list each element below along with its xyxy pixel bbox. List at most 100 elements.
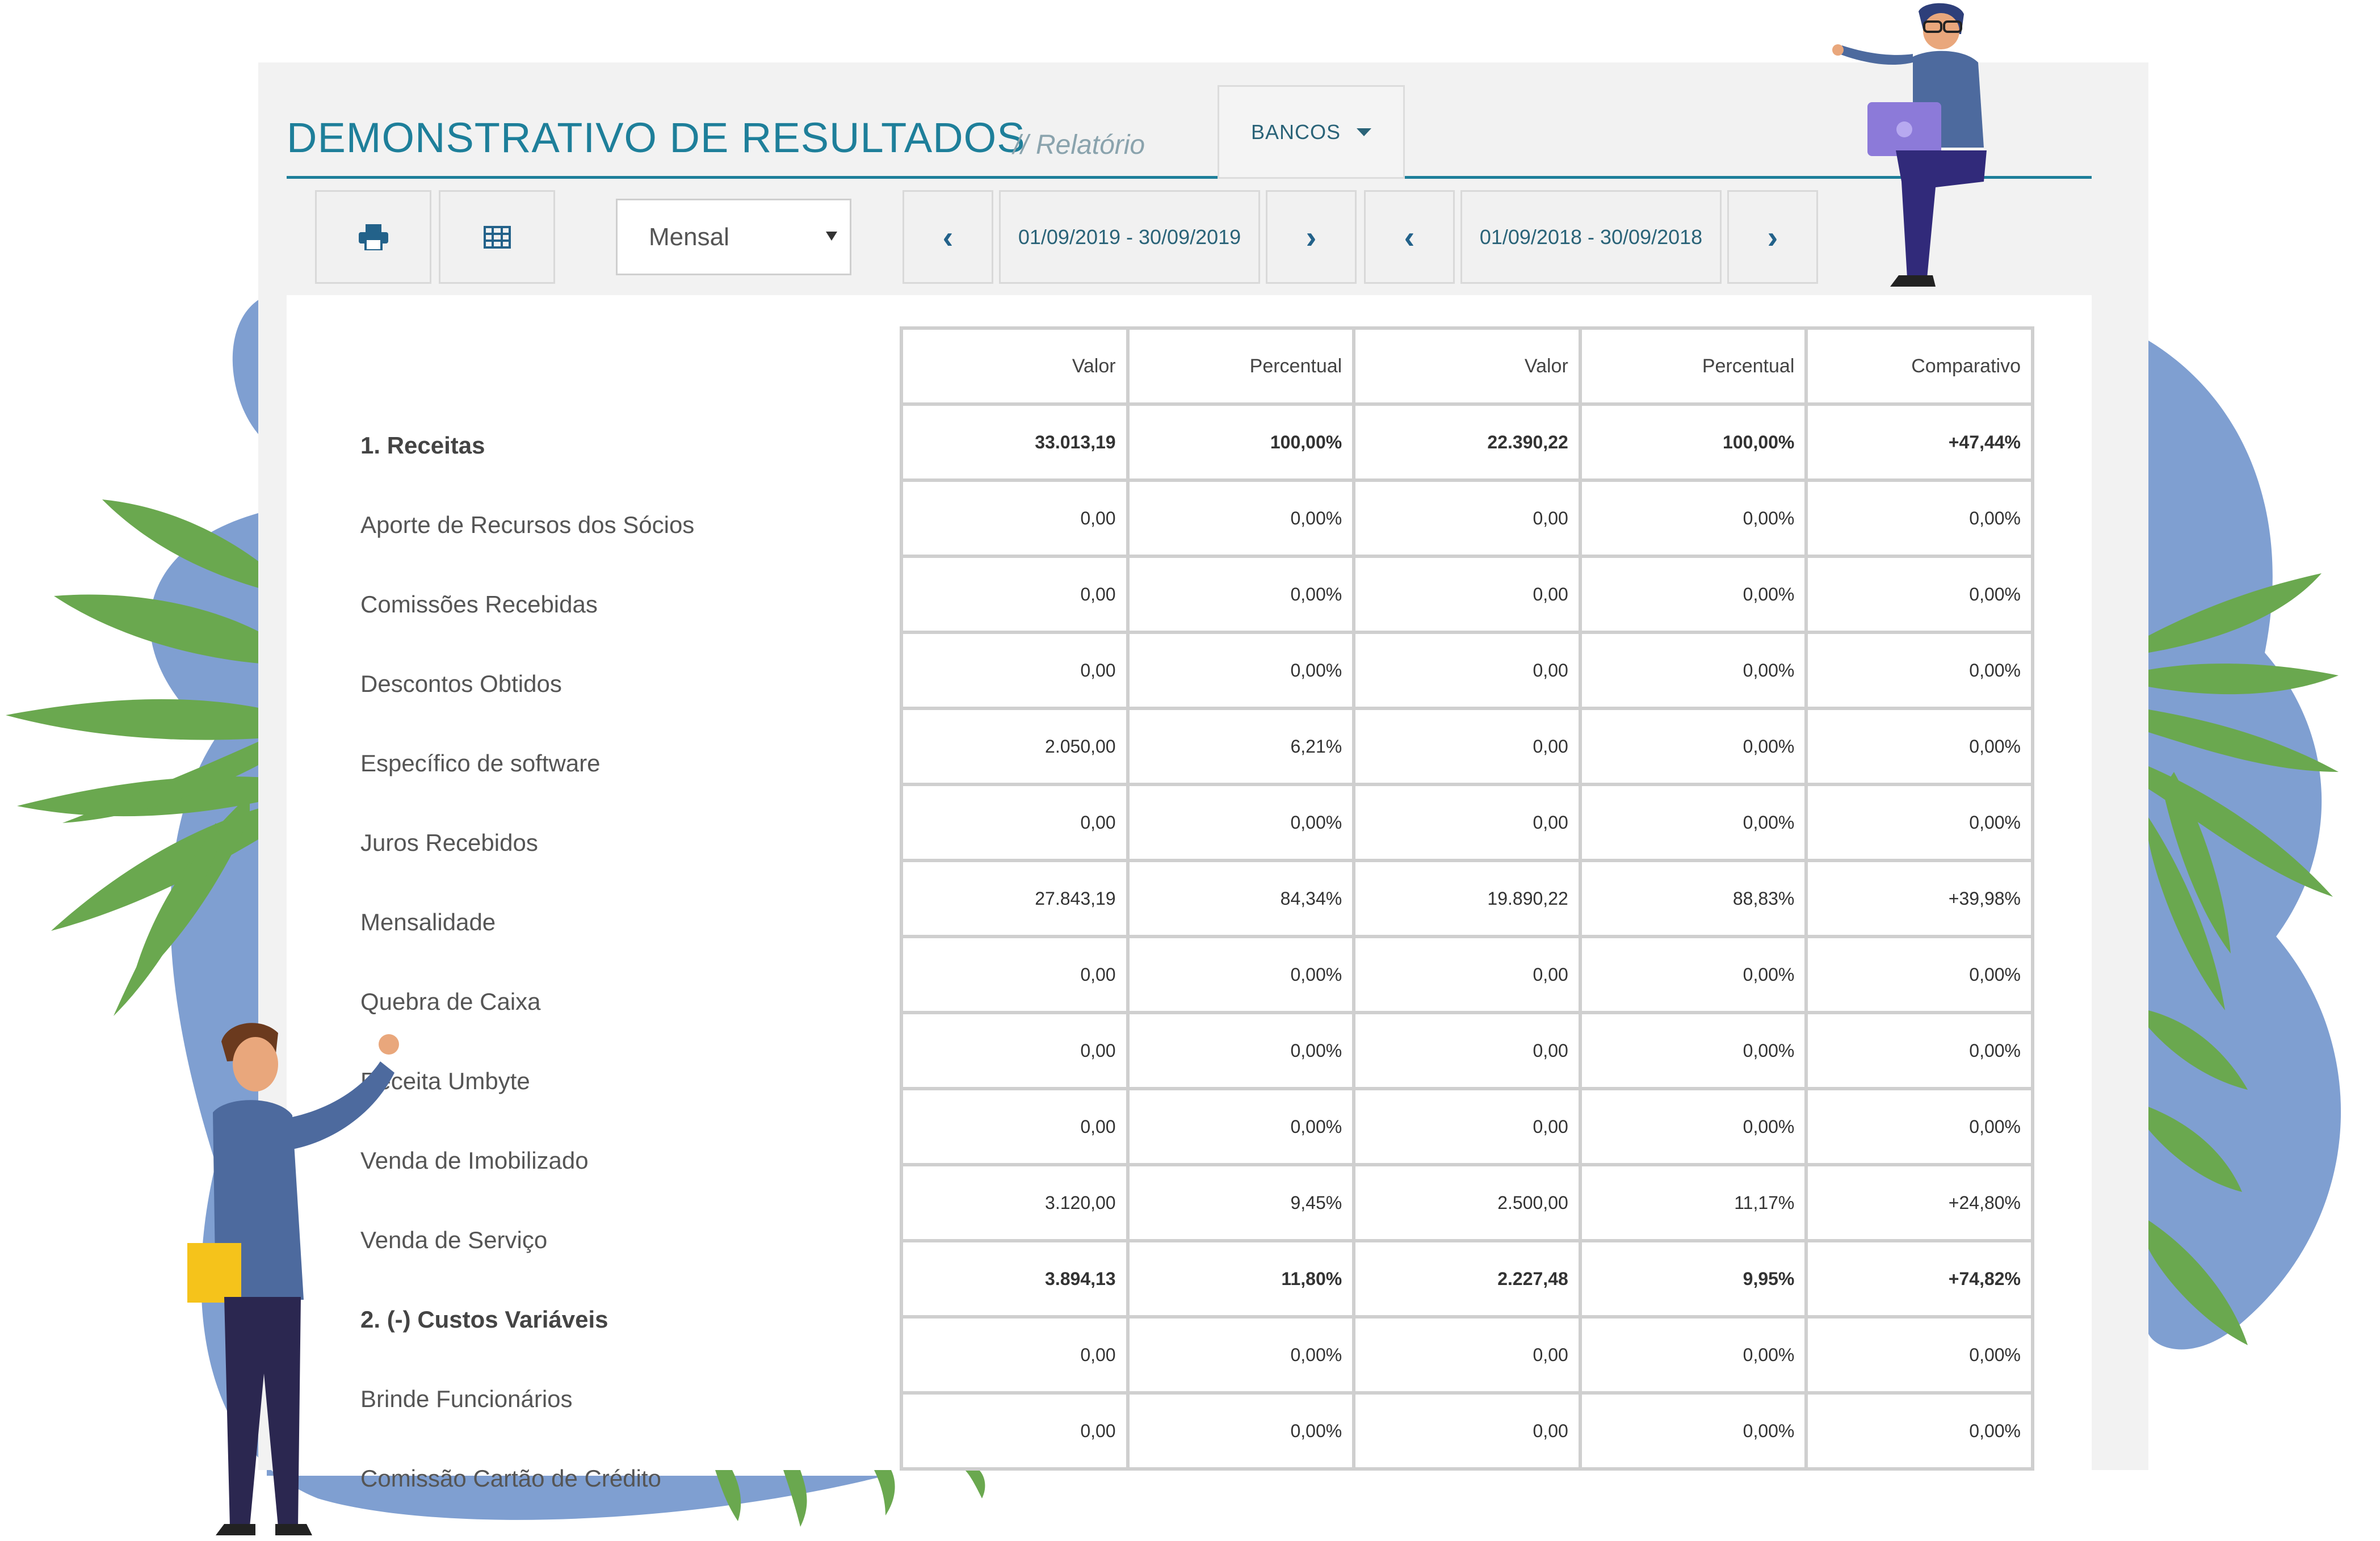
table-cell: 0,00% bbox=[1578, 478, 1808, 558]
table-cell: 2.500,00 bbox=[1352, 1163, 1582, 1242]
table-row: 3.894,13 11,80% 2.227,48 9,95% +74,82% bbox=[900, 1239, 2034, 1319]
table-cell: 0,00 bbox=[900, 935, 1130, 1014]
bancos-dropdown-button[interactable]: BANCOS bbox=[1218, 85, 1405, 179]
caret-down-icon bbox=[1357, 128, 1372, 136]
table-row: 0,00 0,00% 0,00 0,00% 0,00% bbox=[900, 935, 2034, 1014]
next-period-compare-button[interactable]: › bbox=[1727, 190, 1818, 284]
table-header-row: Valor Percentual Valor Percentual Comparativ… bbox=[900, 326, 2034, 406]
table-cell: 0,00% bbox=[1578, 1087, 1808, 1166]
table-cell: 0,00% bbox=[1126, 1011, 1356, 1090]
prev-period-current-button[interactable]: ‹ bbox=[903, 190, 993, 284]
date-range-compare-label: 01/09/2018 - 30/09/2018 bbox=[1479, 225, 1703, 249]
column-header: Valor bbox=[1352, 326, 1582, 406]
header: DEMONSTRATIVO DE RESULTADOS // Relatório… bbox=[287, 85, 2092, 179]
chevron-left-icon: ‹ bbox=[942, 219, 954, 255]
prev-period-compare-button[interactable]: ‹ bbox=[1364, 190, 1455, 284]
table-cell: 11,17% bbox=[1578, 1163, 1808, 1242]
table-row: 0,00 0,00% 0,00 0,00% 0,00% bbox=[900, 478, 2034, 558]
table-cell: 19.890,22 bbox=[1352, 859, 1582, 938]
printer-icon bbox=[358, 224, 388, 250]
table-cell: 0,00% bbox=[1578, 1011, 1808, 1090]
report-panel: 1. Receitas Aporte de Recursos dos Sócios… bbox=[287, 295, 2092, 1492]
table-cell: 0,00% bbox=[1126, 478, 1356, 558]
column-header: Comparativo bbox=[1804, 326, 2034, 406]
table-cell: 0,00 bbox=[900, 783, 1130, 862]
caret-down-icon bbox=[826, 232, 837, 241]
chevron-right-icon: › bbox=[1306, 219, 1317, 255]
table-row: 0,00 0,00% 0,00 0,00% 0,00% bbox=[900, 1011, 2034, 1090]
table-row: 3.120,00 9,45% 2.500,00 11,17% +24,80% bbox=[900, 1163, 2034, 1242]
table-cell: 2.050,00 bbox=[900, 707, 1130, 786]
table-cell: 0,00% bbox=[1804, 1315, 2034, 1395]
table-cell: 0,00% bbox=[1126, 1391, 1356, 1471]
table-cell: 0,00% bbox=[1804, 707, 2034, 786]
table-cell: 0,00 bbox=[1352, 935, 1582, 1014]
table-cell: +47,44% bbox=[1804, 402, 2034, 482]
table-row: 33.013,19 100,00% 22.390,22 100,00% +47,44% bbox=[900, 402, 2034, 482]
column-header: Percentual bbox=[1578, 326, 1808, 406]
table-cell: 0,00% bbox=[1804, 631, 2034, 710]
table-view-button[interactable] bbox=[439, 190, 555, 284]
row-label: 1. Receitas bbox=[360, 432, 485, 459]
table-row: 0,00 0,00% 0,00 0,00% 0,00% bbox=[900, 1391, 2034, 1471]
table-cell: 0,00% bbox=[1126, 783, 1356, 862]
table-cell: 0,00% bbox=[1804, 935, 2034, 1014]
column-header: Percentual bbox=[1126, 326, 1356, 406]
row-label: Descontos Obtidos bbox=[360, 670, 562, 697]
table-cell: 0,00% bbox=[1126, 631, 1356, 710]
period-select[interactable]: Mensal bbox=[616, 199, 851, 275]
table-cell: 6,21% bbox=[1126, 707, 1356, 786]
table-cell: +74,82% bbox=[1804, 1239, 2034, 1319]
period-select-value: Mensal bbox=[649, 222, 729, 251]
table-cell: 0,00 bbox=[900, 478, 1130, 558]
table-cell: 0,00 bbox=[900, 1391, 1130, 1471]
table-cell: 11,80% bbox=[1126, 1239, 1356, 1319]
date-range-current[interactable]: 01/09/2019 - 30/09/2019 bbox=[999, 190, 1260, 284]
row-label: Juros Recebidos bbox=[360, 829, 538, 856]
table-cell: 0,00 bbox=[900, 1315, 1130, 1395]
table-row: 27.843,19 84,34% 19.890,22 88,83% +39,98% bbox=[900, 859, 2034, 938]
chevron-left-icon: ‹ bbox=[1404, 219, 1415, 255]
table-cell: 0,00% bbox=[1804, 1087, 2034, 1166]
table-cell: 0,00 bbox=[900, 1011, 1130, 1090]
table-cell: +24,80% bbox=[1804, 1163, 2034, 1242]
table-row: 0,00 0,00% 0,00 0,00% 0,00% bbox=[900, 631, 2034, 710]
print-button[interactable] bbox=[315, 190, 431, 284]
table-cell: 3.894,13 bbox=[900, 1239, 1130, 1319]
table-cell: 0,00 bbox=[1352, 707, 1582, 786]
table-cell: 0,00% bbox=[1126, 935, 1356, 1014]
table-cell: 0,00 bbox=[1352, 631, 1582, 710]
table-cell: +39,98% bbox=[1804, 859, 2034, 938]
stage: DEMONSTRATIVO DE RESULTADOS // Relatório… bbox=[0, 0, 2380, 1541]
table-cell: 0,00 bbox=[1352, 1391, 1582, 1471]
table-cell: 0,00% bbox=[1578, 555, 1808, 634]
table-cell: 84,34% bbox=[1126, 859, 1356, 938]
person-with-laptop-illustration bbox=[1832, 3, 1987, 287]
table-cell: 0,00% bbox=[1578, 631, 1808, 710]
table-cell: 0,00% bbox=[1804, 783, 2034, 862]
table-cell: 27.843,19 bbox=[900, 859, 1130, 938]
table-cell: 0,00% bbox=[1578, 707, 1808, 786]
table-row: 0,00 0,00% 0,00 0,00% 0,00% bbox=[900, 555, 2034, 634]
table-cell: 0,00% bbox=[1804, 555, 2034, 634]
table-row: 0,00 0,00% 0,00 0,00% 0,00% bbox=[900, 1315, 2034, 1395]
table-cell: 0,00 bbox=[900, 1087, 1130, 1166]
table-cell: 100,00% bbox=[1578, 402, 1808, 482]
table-row: 0,00 0,00% 0,00 0,00% 0,00% bbox=[900, 783, 2034, 862]
table-cell: 0,00 bbox=[1352, 783, 1582, 862]
results-table: Valor Percentual Valor Percentual Comparativ… bbox=[900, 326, 2034, 1471]
table-cell: 0,00% bbox=[1578, 1315, 1808, 1395]
next-period-current-button[interactable]: › bbox=[1266, 190, 1357, 284]
date-range-compare[interactable]: 01/09/2018 - 30/09/2018 bbox=[1460, 190, 1722, 284]
table-cell: 0,00% bbox=[1578, 783, 1808, 862]
person-pointing-illustration bbox=[187, 1023, 399, 1535]
row-label: Comissões Recebidas bbox=[360, 591, 598, 618]
table-icon bbox=[483, 225, 511, 249]
row-label: Aporte de Recursos dos Sócios bbox=[360, 511, 695, 538]
table-cell: 0,00% bbox=[1804, 1011, 2034, 1090]
row-label: Mensalidade bbox=[360, 909, 496, 935]
table-cell: 0,00% bbox=[1578, 935, 1808, 1014]
column-header: Valor bbox=[900, 326, 1130, 406]
page-subtitle: // Relatório bbox=[1013, 130, 1145, 160]
table-cell: 0,00 bbox=[1352, 1011, 1582, 1090]
